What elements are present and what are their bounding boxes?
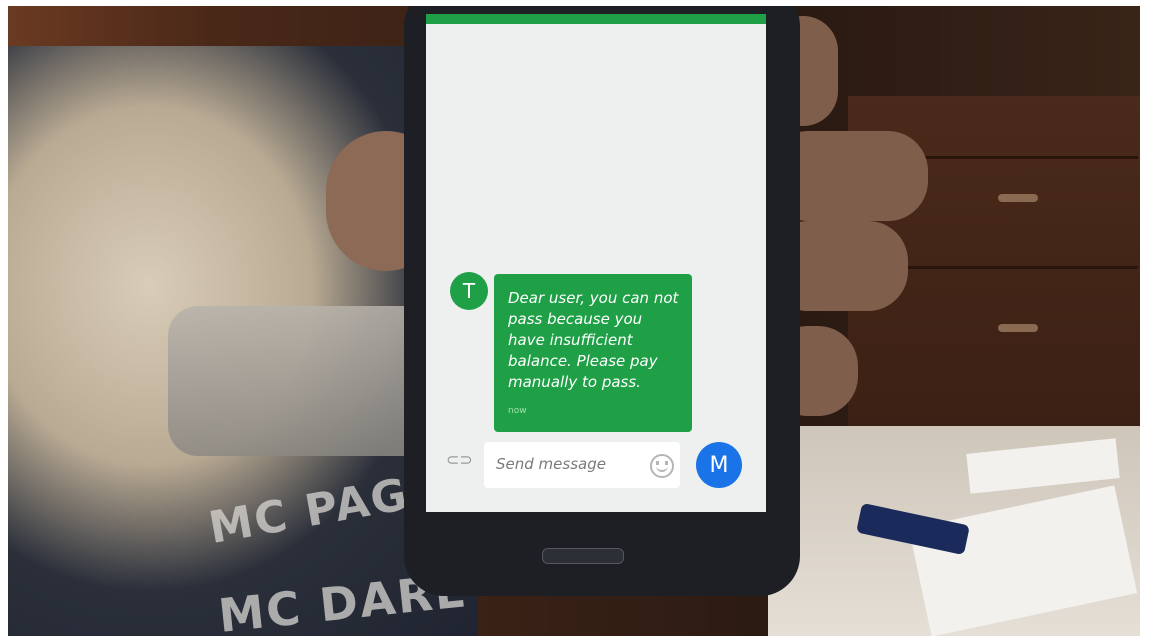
phone-screen: T Dear user, you can not pass because yo… xyxy=(426,14,766,512)
send-message-placeholder: Send message xyxy=(496,455,606,473)
photo-frame: MC PAG MC DARE T Dear user, you can not … xyxy=(8,6,1140,636)
message-bubble[interactable]: Dear user, you can not pass because you … xyxy=(494,274,692,432)
send-button-label: M xyxy=(709,452,729,478)
avatar-letter: T xyxy=(462,279,476,303)
drawer-knob xyxy=(998,324,1038,332)
home-button[interactable] xyxy=(542,548,624,564)
send-message-input[interactable]: Send message xyxy=(484,442,680,488)
message-text: Dear user, you can not pass because you … xyxy=(508,289,679,391)
sender-avatar[interactable]: T xyxy=(450,272,488,310)
emoji-icon[interactable] xyxy=(650,454,674,478)
cabinet-drawer xyxy=(868,266,1138,359)
app-top-bar xyxy=(426,14,766,24)
message-time: now xyxy=(508,406,527,416)
drawer-knob xyxy=(998,194,1038,202)
attach-icon[interactable]: ⊂⊃ xyxy=(446,450,473,472)
send-button[interactable]: M xyxy=(696,442,742,488)
composer-bar: ⊂⊃ Send message M xyxy=(426,438,766,512)
